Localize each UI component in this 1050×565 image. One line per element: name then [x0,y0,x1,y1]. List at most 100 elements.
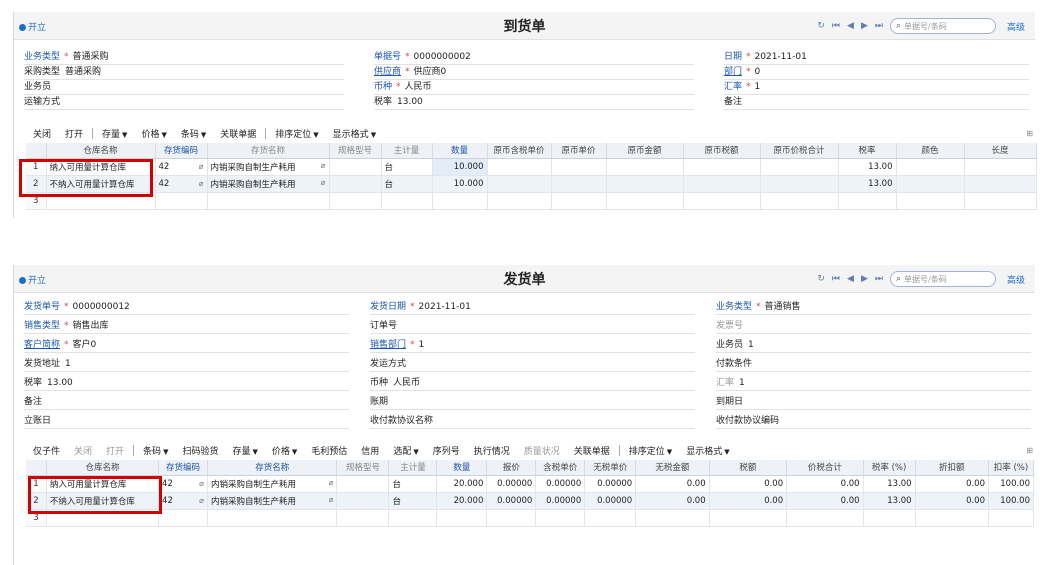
field-dept[interactable]: 部门 * 0 [724,66,1029,80]
attachment-icon[interactable]: ⌀ [321,178,326,187]
col-notax-price[interactable]: 无税单价 [584,460,637,476]
first-icon[interactable]: ⏮ [832,21,840,31]
field-remark[interactable]: 备注 [24,396,349,410]
col-tax-rate[interactable]: 税率 [838,143,897,159]
col-tax-price[interactable]: 含税单价 [535,460,586,476]
field-biz-type[interactable]: 业务类型 * 普通销售 [716,301,1031,315]
profit-estimate-button[interactable]: 毛利预估 [304,444,354,457]
refresh-icon[interactable]: ↻ [817,274,825,284]
field-agreement-name[interactable]: 收付款协议名称 [370,415,695,429]
field-ship-addr[interactable]: 发货地址 1 [24,358,349,372]
credit-button[interactable]: 信用 [354,444,386,457]
next-icon[interactable]: ▶ [861,21,868,31]
field-biz-type[interactable]: 业务类型 * 普通采购 [24,51,344,65]
stock-button[interactable]: 存量 ▼ [95,127,134,140]
attachment-icon[interactable]: ⌀ [199,179,204,188]
col-unit[interactable]: 主计量 [388,460,438,476]
field-tax-rate[interactable]: 税率 13.00 [374,96,694,110]
open-button[interactable]: 打开 [99,444,131,457]
field-transport[interactable]: 运输方式 [24,96,344,110]
close-button[interactable]: 关闭 [67,444,99,457]
field-period[interactable]: 账期 [370,396,695,410]
prev-icon[interactable]: ◀ [847,21,854,31]
field-ship-date[interactable]: 发货日期 * 2021-11-01 [370,301,695,315]
attachment-icon[interactable]: ⌀ [199,479,204,488]
grid-settings-icon[interactable]: ⊞ [1026,129,1033,138]
stock-button[interactable]: 存量 ▼ [225,444,264,457]
col-inv-code[interactable]: 存货编码 [158,460,208,476]
col-qty[interactable]: 数量 [436,460,488,476]
sort-locate-button[interactable]: 排序定位 ▼ [268,127,325,140]
col-total[interactable]: 原币价税合计 [760,143,839,159]
table-row[interactable]: 1 纳入可用量计算仓库 42 ⌀ 内销采购自制生产耗用 ⌀ 台 10.000 13.… [26,158,1037,176]
col-unit[interactable]: 主计量 [381,143,433,159]
col-warehouse[interactable]: 仓库名称 [46,460,160,476]
related-docs-button[interactable]: 关联单据 [567,444,617,457]
field-rate[interactable]: 汇率 1 [716,377,1031,391]
sort-locate-button[interactable]: 排序定位 ▼ [622,444,679,457]
col-length[interactable]: 长度 [964,143,1037,159]
col-tax-rate[interactable]: 税率 (%) [863,460,916,476]
field-doc-no[interactable]: 单据号 * 0000000002 [374,51,694,65]
field-ship-method[interactable]: 发运方式 [370,358,695,372]
field-currency[interactable]: 币种 人民币 [370,377,695,391]
col-unit-price[interactable]: 原币单价 [551,143,607,159]
table-row[interactable]: 3 [26,192,1037,210]
field-invoice-no[interactable]: 发票号 [716,320,1031,334]
table-row[interactable]: 3 [26,509,1034,527]
field-due-date[interactable]: 到期日 [716,396,1031,410]
col-deduct-rate[interactable]: 扣率 (%) [988,460,1034,476]
col-total[interactable]: 价税合计 [786,460,864,476]
field-purchase-type[interactable]: 采购类型 普通采购 [24,66,344,80]
col-tax-amount[interactable]: 税额 [709,460,788,476]
field-supplier[interactable]: 供应商 * 供应商0 [374,66,694,80]
col-tax-unit-price[interactable]: 原币含税单价 [487,143,552,159]
related-docs-button[interactable]: 关联单据 [213,127,263,140]
field-agreement-code[interactable]: 收付款协议编码 [716,415,1031,429]
advanced-link[interactable]: 高级 [1007,20,1025,33]
field-customer[interactable]: 客户简称 * 客户0 [24,339,349,353]
field-salesman[interactable]: 业务员 1 [716,339,1031,353]
col-discount[interactable]: 折扣额 [915,460,990,476]
table-row[interactable]: 2 不纳入可用量计算仓库 42 ⌀ 内销采购自制生产耗用 ⌀ 台 10.000 13… [26,175,1037,193]
col-color[interactable]: 颜色 [896,143,965,159]
field-date[interactable]: 日期 * 2021-11-01 [724,51,1029,65]
field-acct-date[interactable]: 立账日 [24,415,349,429]
col-spec[interactable]: 规格型号 [336,460,390,476]
table-row[interactable]: 2 不纳入可用量计算仓库 42 ⌀ 内销采购自制生产耗用 ⌀ 台 20.000 0.… [26,492,1034,510]
field-doc-no[interactable]: 发货单号 * 0000000012 [24,301,349,315]
col-amount[interactable]: 原币金额 [606,143,684,159]
col-tax-amount[interactable]: 原币税额 [683,143,761,159]
search-input[interactable]: ⌕ 单据号/条码 [889,18,996,34]
next-icon[interactable]: ▶ [861,274,868,284]
display-format-button[interactable]: 显示格式 ▼ [679,444,736,457]
col-quote[interactable]: 报价 [486,460,537,476]
search-input[interactable]: ⌕ 单据号/条码 [889,271,996,287]
prev-icon[interactable]: ◀ [847,274,854,284]
price-button[interactable]: 价格 ▼ [265,444,304,457]
scan-check-button[interactable]: 扫码验货 [175,444,225,457]
last-icon[interactable]: ⏭ [875,274,883,284]
field-tax-rate[interactable]: 税率 13.00 [24,377,349,391]
col-warehouse[interactable]: 仓库名称 [46,143,156,159]
field-sales-dept[interactable]: 销售部门 * 1 [370,339,695,353]
field-remark[interactable]: 备注 [724,96,1029,110]
field-salesman[interactable]: 业务员 [24,81,344,95]
col-inv-code[interactable]: 存货编码 [155,143,208,159]
col-spec[interactable]: 规格型号 [329,143,382,159]
last-icon[interactable]: ⏭ [875,21,883,31]
price-button[interactable]: 价格 ▼ [134,127,173,140]
display-format-button[interactable]: 显示格式 ▼ [326,127,383,140]
option-button[interactable]: 选配 ▼ [386,444,425,457]
first-icon[interactable]: ⏮ [832,274,840,284]
barcode-button[interactable]: 条码 ▼ [174,127,213,140]
close-button[interactable]: 关闭 [26,127,58,140]
quality-button[interactable]: 质量状况 [517,444,567,457]
field-rate[interactable]: 汇率 * 1 [724,81,1029,95]
exec-status-button[interactable]: 执行情况 [467,444,517,457]
table-row[interactable]: 1 纳入可用量计算仓库 42 ⌀ 内销采购自制生产耗用 ⌀ 台 20.000 0.0… [26,475,1034,493]
advanced-link[interactable]: 高级 [1007,273,1025,286]
sub-only-button[interactable]: 仅子件 [26,444,67,457]
open-button[interactable]: 打开 [58,127,90,140]
attachment-icon[interactable]: ⌀ [199,496,204,505]
